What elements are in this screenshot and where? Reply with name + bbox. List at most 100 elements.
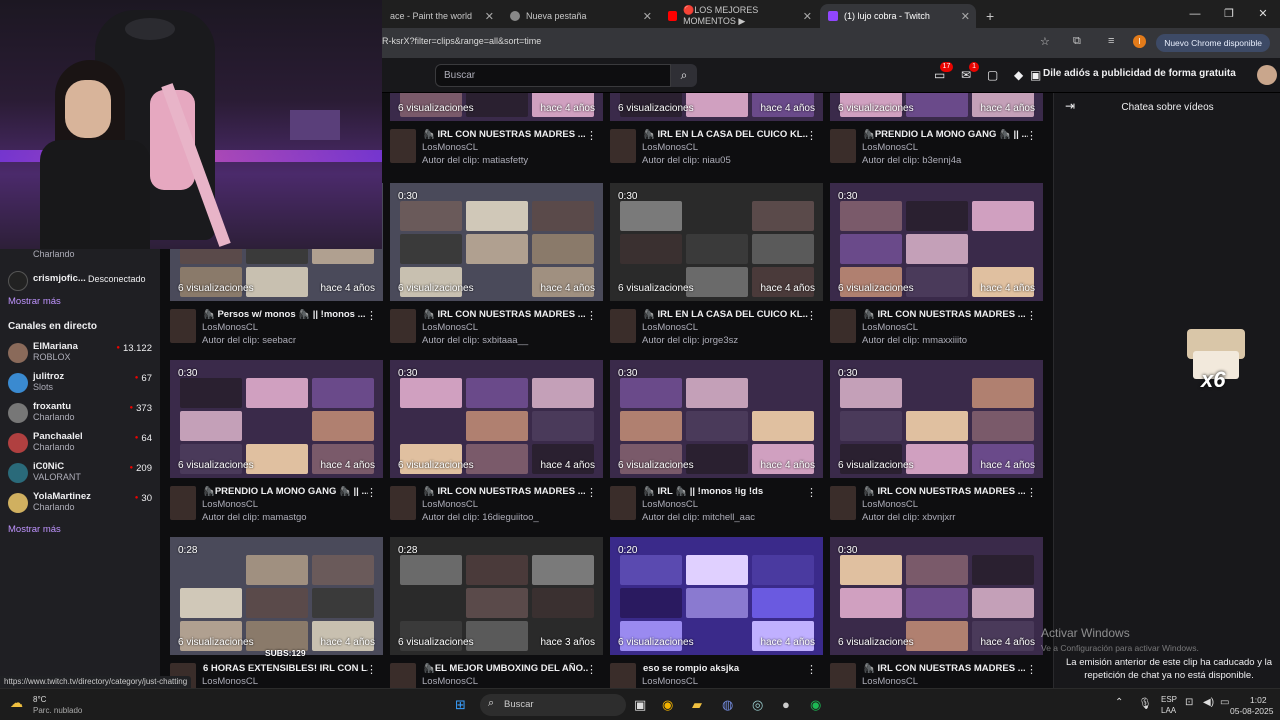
channel-avatar[interactable] [830,129,856,163]
clip-channel[interactable]: LosMonosCL [642,322,698,333]
ad-free-button[interactable]: Dile adiós a publicidad de forma gratuit… [1043,68,1236,79]
tab-mejores-momentos[interactable]: 🔴LOS MEJORES MOMENTOS ▶ ✕ [660,4,818,28]
channel-avatar[interactable] [170,309,196,343]
minimize-icon[interactable]: — [1178,0,1212,28]
clip-thumbnail[interactable]: 0:20 6 visualizaciones hace 4 años [610,537,823,655]
channel-avatar[interactable] [170,486,196,520]
chrome-icon[interactable]: ◉ [662,697,673,713]
sidebar-live-channel[interactable]: froxantuCharlando 373 [8,401,158,429]
more-options-icon[interactable]: ⋮ [366,309,377,322]
more-options-icon[interactable]: ⋮ [1026,486,1037,499]
url-field[interactable]: R-ksrX?filter=clips&range=all&sort=time [382,36,541,46]
channel-avatar[interactable] [390,663,416,688]
clip-thumbnail[interactable]: 0:30 6 visualizaciones hace 4 años [610,360,823,478]
clip-title[interactable]: 🦍 IRL EN LA CASA DEL CUICO KL... [643,129,808,140]
clip-channel[interactable]: LosMonosCL [642,142,698,153]
clock-time[interactable]: 1:02 [1250,695,1267,705]
network-icon[interactable]: ⊡ [1185,697,1193,708]
clip-title[interactable]: 🦍 IRL CON NUESTRAS MADRES ... [863,663,1028,674]
clip-title[interactable]: 🦍PRENDIO LA MONO GANG 🦍 || ... [863,129,1028,140]
clip-thumbnail[interactable]: 6 visualizaciones hace 4 años [390,93,603,121]
inbox-icon[interactable]: ✉ 1 [961,62,980,82]
sidebar-live-channel[interactable]: iC0NiCVALORANT 209 [8,461,158,489]
steam-icon[interactable]: ◎ [752,697,763,713]
clip-channel[interactable]: LosMonosCL [202,499,258,510]
channel-avatar[interactable] [390,129,416,163]
close-icon[interactable]: ✕ [961,10,970,23]
more-options-icon[interactable]: ⋮ [1026,129,1037,142]
channel-avatar[interactable] [610,663,636,688]
clip-channel[interactable]: LosMonosCL [422,142,478,153]
new-tab-button[interactable]: + [978,4,1002,28]
tab-paint-the-world[interactable]: ace - Paint the world ✕ [382,4,500,28]
clip-channel[interactable]: LosMonosCL [862,142,918,153]
clip-thumbnail[interactable]: 0:30 6 visualizaciones hace 4 años [390,360,603,478]
clip-thumbnail[interactable]: 0:30 6 visualizaciones hace 4 años [830,537,1043,655]
clip-thumbnail[interactable]: 6 visualizaciones hace 4 años [830,93,1043,121]
file-explorer-icon[interactable]: ▰ [692,697,702,713]
spotify-icon[interactable]: ◉ [810,697,821,713]
clip-thumbnail[interactable]: 0:30 6 visualizaciones hace 4 años [610,183,823,301]
sidebar-live-channel[interactable]: PanchaalelCharlando 64 [8,431,158,459]
clip-thumbnail[interactable]: 6 visualizaciones hace 4 años [610,93,823,121]
search-input[interactable]: Buscar [435,64,671,87]
close-icon[interactable]: ✕ [485,10,494,23]
clip-channel[interactable]: LosMonosCL [422,322,478,333]
clip-channel[interactable]: LosMonosCL [642,499,698,510]
sidebar-live-channel[interactable]: YolaMartinezCharlando 30 [8,491,158,519]
more-options-icon[interactable]: ⋮ [806,486,817,499]
volume-icon[interactable]: ◀) [1203,697,1214,708]
clip-title[interactable]: 🦍 IRL CON NUESTRAS MADRES ... [863,486,1028,497]
more-options-icon[interactable]: ⋮ [806,309,817,322]
whispers-icon[interactable]: ▢ [987,68,998,82]
more-options-icon[interactable]: ⋮ [586,486,597,499]
show-more-link[interactable]: Mostrar más [8,524,61,535]
clip-channel[interactable]: LosMonosCL [862,499,918,510]
lang-layout[interactable]: LAA [1161,706,1176,715]
extensions-icon[interactable]: ⧉ [1073,35,1081,48]
clip-channel[interactable]: LosMonosCL [202,676,258,687]
clip-channel[interactable]: LosMonosCL [642,676,698,687]
more-options-icon[interactable]: ⋮ [1026,309,1037,322]
more-options-icon[interactable]: ⋮ [586,309,597,322]
channel-avatar[interactable] [830,309,856,343]
clip-title[interactable]: 🦍 IRL CON NUESTRAS MADRES ... [423,129,588,140]
more-options-icon[interactable]: ⋮ [806,129,817,142]
clip-thumbnail[interactable]: 0:30 6 visualizaciones hace 4 años [830,360,1043,478]
user-avatar[interactable] [1257,65,1277,85]
close-icon[interactable]: ✕ [803,10,812,23]
clip-channel[interactable]: LosMonosCL [862,322,918,333]
task-view-icon[interactable]: ▣ [634,697,646,713]
channel-avatar[interactable] [830,663,856,688]
clip-channel[interactable]: LosMonosCL [422,499,478,510]
lang-code[interactable]: ESP [1161,695,1177,704]
sidebar-live-channel[interactable]: julitrozSlots 67 [8,371,158,399]
clip-title[interactable]: 🦍 IRL EN LA CASA DEL CUICO KL... [643,309,808,320]
channel-avatar[interactable] [830,486,856,520]
clip-title[interactable]: 🦍 Persos w/ monos 🦍 || !monos ... [203,309,368,320]
battery-icon[interactable]: ▭ [1220,697,1229,708]
clip-thumbnail[interactable]: 0:30 6 visualizaciones hace 4 años [830,183,1043,301]
microphone-icon[interactable]: 🎙 [1138,697,1152,710]
clip-title[interactable]: eso se rompio aksjka [643,663,808,674]
clip-thumbnail[interactable]: 0:28 6 visualizaciones hace 3 años [390,537,603,655]
media-icon[interactable]: ≡ [1108,35,1114,47]
channel-avatar[interactable] [390,486,416,520]
clip-thumbnail[interactable]: 0:30 6 visualizaciones hace 4 años [170,360,383,478]
more-options-icon[interactable]: ⋮ [586,663,597,676]
close-icon[interactable]: ✕ [643,10,652,23]
sidebar-channel[interactable]: crismjofic... Desconectado [8,269,158,297]
windows-start-icon[interactable]: ⊞ [455,697,466,713]
star-icon[interactable]: ☆ [1040,35,1050,48]
obs-icon[interactable]: ● [782,697,790,712]
notifications-icon[interactable]: ▭ 17 [934,62,954,82]
channel-avatar[interactable] [390,309,416,343]
restore-icon[interactable]: ❐ [1212,0,1246,28]
more-options-icon[interactable]: ⋮ [586,129,597,142]
clip-title[interactable]: 🦍 IRL CON NUESTRAS MADRES ... [423,309,588,320]
close-window-icon[interactable]: ✕ [1246,0,1280,28]
clip-channel[interactable]: LosMonosCL [202,322,258,333]
clip-title[interactable]: 🦍 IRL CON NUESTRAS MADRES ... [863,309,1028,320]
more-options-icon[interactable]: ⋮ [366,486,377,499]
clip-title[interactable]: 6 HORAS EXTENSIBLES! IRL CON L... [203,663,368,674]
